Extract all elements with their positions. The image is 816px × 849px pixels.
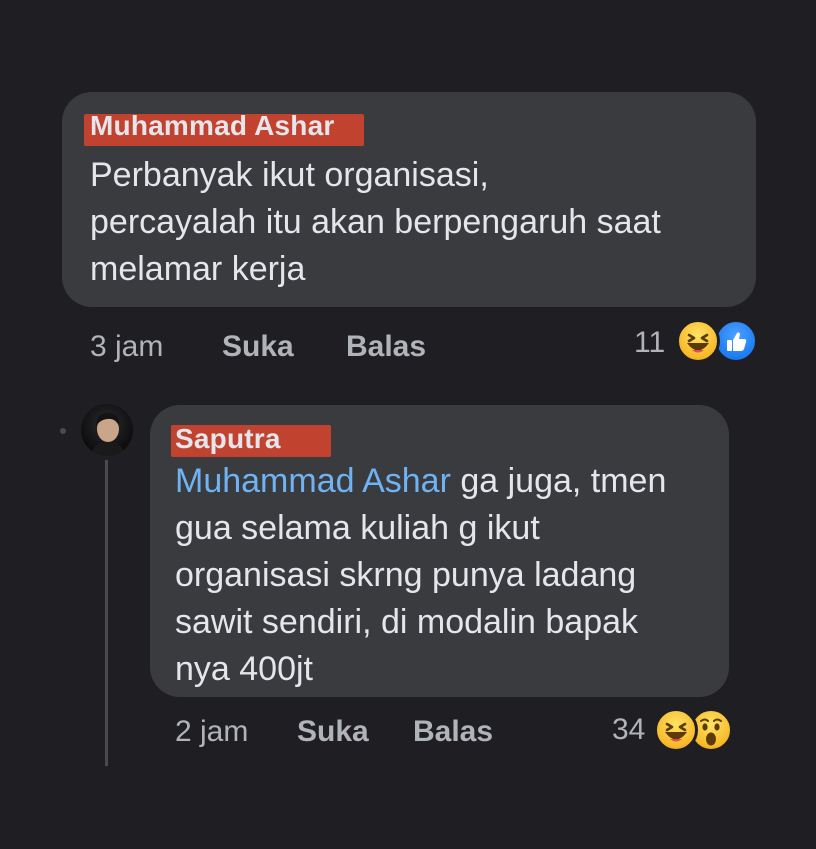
comment-text: Muhammad Ashar ga juga, tmen gua selama … (175, 458, 720, 693)
like-button[interactable]: Suka (222, 330, 294, 364)
comment-author[interactable]: Muhammad Ashar (84, 110, 364, 146)
comment-time[interactable]: 2 jam (175, 715, 248, 749)
comment-author[interactable]: Saputra (171, 423, 331, 457)
haha-icon (654, 708, 698, 752)
comment-time[interactable]: 3 jam (90, 330, 163, 364)
thread-dot (60, 428, 66, 434)
haha-icon (676, 319, 720, 363)
like-icon (714, 319, 758, 363)
reply-button[interactable]: Balas (413, 715, 493, 749)
thread-line (105, 460, 108, 766)
comment-bubble: Muhammad Ashar Perbanyak ikut organisasi… (62, 92, 756, 307)
avatar[interactable] (81, 404, 133, 456)
reply-bubble: Saputra Muhammad Ashar ga juga, tmen gua… (150, 405, 729, 697)
mention-link[interactable]: Muhammad Ashar (175, 462, 451, 500)
like-button[interactable]: Suka (297, 715, 369, 749)
comment-text: Perbanyak ikut organisasi, percayalah it… (90, 156, 661, 288)
reply-button[interactable]: Balas (346, 330, 426, 364)
reaction-count[interactable]: 34 (612, 713, 645, 747)
reaction-count[interactable]: 11 (634, 326, 665, 360)
